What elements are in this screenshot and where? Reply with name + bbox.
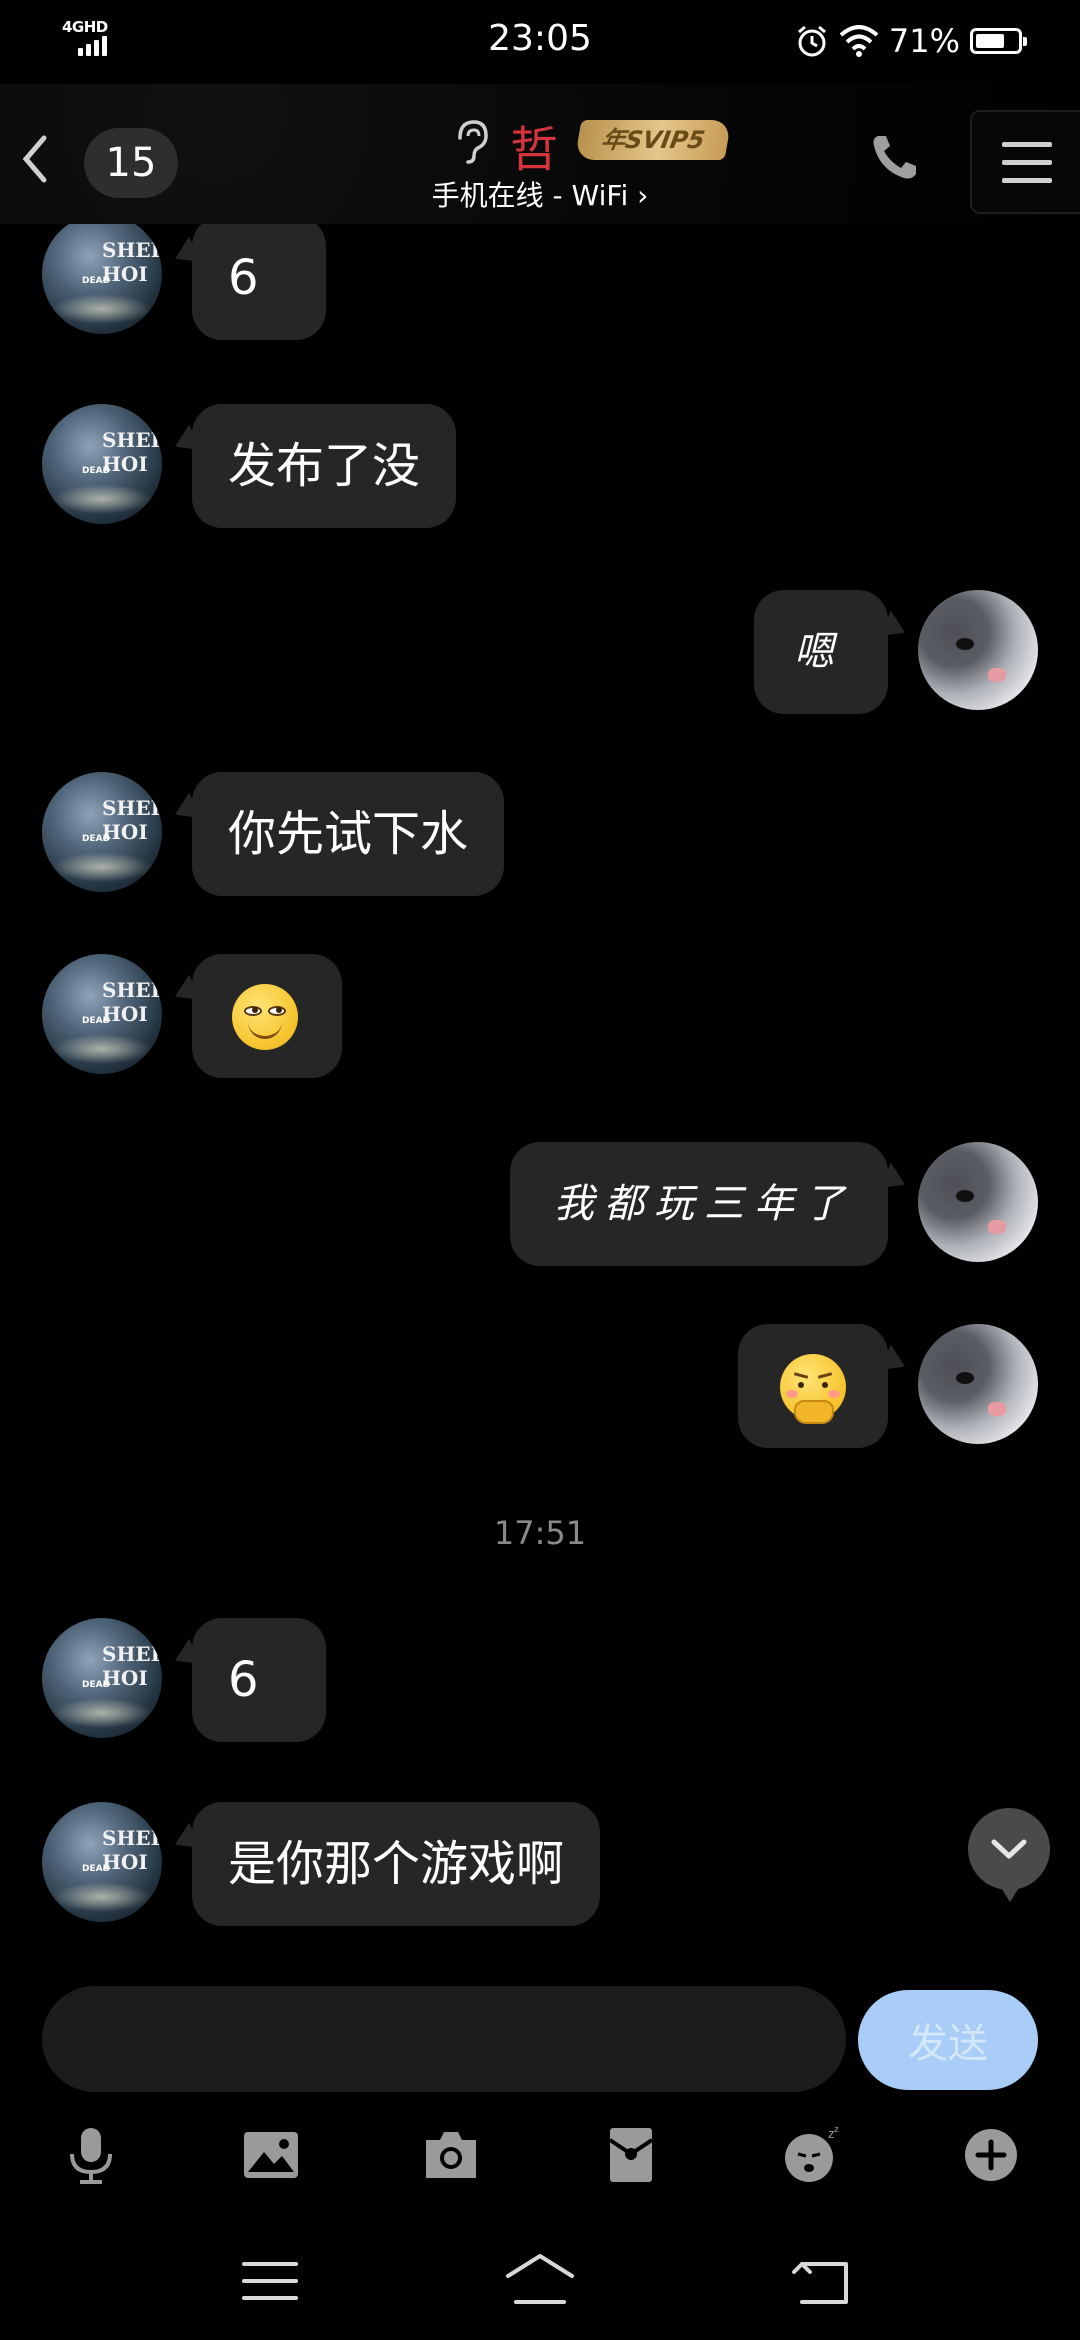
- message-list[interactable]: SHER HOI DEAD 6 SHER HOI DEAD 发布了没 嗯 SHE…: [0, 224, 1080, 1964]
- message-bubble[interactable]: 6: [192, 1618, 326, 1742]
- microphone-icon[interactable]: [60, 2124, 122, 2186]
- message-bubble[interactable]: 6: [192, 224, 326, 340]
- message-timestamp: 17:51: [493, 1514, 587, 1552]
- contact-name: 哲: [510, 122, 559, 178]
- composer-toolbar: z z: [0, 2110, 1080, 2200]
- message-bubble[interactable]: 嗯: [754, 590, 888, 714]
- home-nav-icon[interactable]: [500, 2246, 580, 2316]
- plus-icon[interactable]: [960, 2124, 1022, 2186]
- battery-icon: [970, 28, 1027, 54]
- contact-avatar[interactable]: SHER HOI DEAD: [42, 1802, 162, 1922]
- my-avatar[interactable]: [918, 1142, 1038, 1262]
- menu-nav-icon[interactable]: [230, 2246, 310, 2316]
- back-nav-icon[interactable]: [784, 2246, 864, 2316]
- contact-avatar[interactable]: SHER HOI DEAD: [42, 224, 162, 334]
- red-packet-icon[interactable]: [600, 2124, 662, 2186]
- status-bar: 4GHD 23:05 71%: [0, 0, 1080, 84]
- battery-percent: 71%: [888, 22, 960, 60]
- scroll-to-bottom-button[interactable]: [968, 1808, 1050, 1902]
- contact-avatar[interactable]: SHER HOI DEAD: [42, 404, 162, 524]
- wifi-icon: [839, 25, 879, 57]
- ear-icon: [458, 120, 488, 164]
- menu-icon[interactable]: [970, 110, 1080, 214]
- message-bubble[interactable]: 是你那个游戏啊: [192, 1802, 601, 1926]
- alarm-icon: [797, 25, 826, 57]
- contact-avatar[interactable]: SHER HOI DEAD: [42, 772, 162, 892]
- send-button[interactable]: 发送: [858, 1990, 1038, 2090]
- message-bubble[interactable]: 你先试下水: [192, 772, 505, 896]
- message-bubble[interactable]: 我都玩三年了: [510, 1142, 888, 1266]
- smirk-emoji-icon: [232, 984, 298, 1050]
- message-bubble[interactable]: [192, 954, 342, 1078]
- thinking-emoji-icon: [780, 1354, 846, 1424]
- image-icon[interactable]: [240, 2124, 302, 2186]
- system-nav-bar: [0, 2230, 1080, 2340]
- chat-header: 15 哲 年SVIP5 手机在线 - WiFi ›: [0, 84, 1080, 224]
- message-bubble[interactable]: [738, 1324, 888, 1448]
- contact-title[interactable]: 哲 年SVIP5: [400, 110, 740, 178]
- phone-icon[interactable]: [866, 130, 922, 186]
- my-avatar[interactable]: [918, 590, 1038, 710]
- contact-avatar[interactable]: SHER HOI DEAD: [42, 1618, 162, 1738]
- svip-badge: 年SVIP5: [574, 120, 732, 160]
- contact-avatar[interactable]: SHER HOI DEAD: [42, 954, 162, 1074]
- message-bubble[interactable]: 发布了没: [192, 404, 457, 528]
- camera-icon[interactable]: [420, 2124, 482, 2186]
- sticker-icon[interactable]: z z: [780, 2124, 842, 2186]
- my-avatar[interactable]: [918, 1324, 1038, 1444]
- chevron-down-icon: [991, 1839, 1027, 1859]
- svg-text:z: z: [834, 2125, 839, 2135]
- message-input[interactable]: [42, 1986, 846, 2092]
